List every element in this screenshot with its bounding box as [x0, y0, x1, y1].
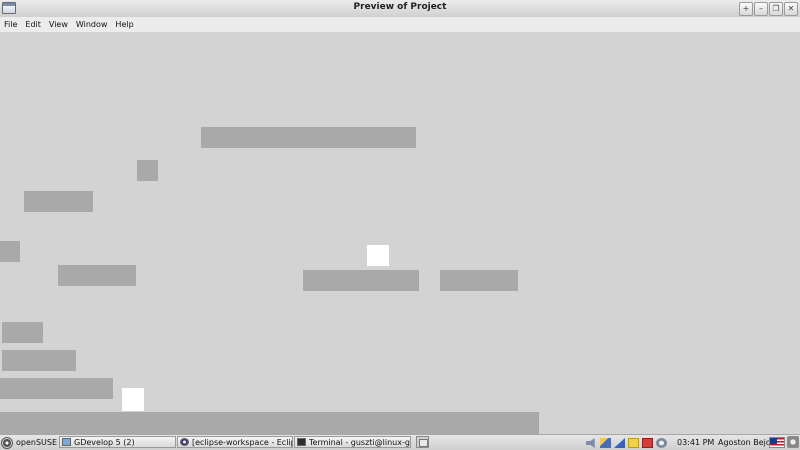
user-name[interactable]: Agoston Bejo	[718, 438, 771, 447]
task-label: GDevelop 5 (2)	[74, 437, 135, 447]
task-label: Terminal - guszti@linux-gb2	[309, 437, 411, 447]
platform	[58, 265, 136, 286]
platform	[201, 127, 416, 148]
ground-platform	[0, 412, 539, 434]
menu-window[interactable]: Window	[76, 20, 108, 29]
notification-icon[interactable]	[628, 438, 639, 448]
close-button[interactable]: ✕	[784, 2, 798, 16]
platform	[2, 322, 43, 343]
settings-icon[interactable]	[656, 438, 667, 448]
eclipse-icon	[180, 438, 189, 446]
title-bar[interactable]: Preview of Project + – ❐ ✕	[0, 0, 800, 18]
gdevelop-icon	[62, 438, 71, 446]
task-label: [eclipse-workspace - Eclips	[192, 437, 293, 447]
signal-icon[interactable]	[614, 438, 625, 448]
system-tray	[586, 437, 667, 449]
taskbar-item-terminal[interactable]: Terminal - guszti@linux-gb2	[294, 436, 411, 448]
menu-bar: File Edit View Window Help	[0, 17, 800, 32]
clock[interactable]: 03:41 PM	[677, 438, 714, 447]
platform	[303, 270, 419, 291]
player-object	[122, 388, 144, 411]
platform	[2, 350, 76, 371]
volume-icon[interactable]	[586, 438, 595, 448]
game-canvas[interactable]	[0, 32, 800, 434]
taskbar-item-gdevelop[interactable]: GDevelop 5 (2)	[59, 436, 176, 448]
preview-window: Preview of Project + – ❐ ✕ File Edit Vie…	[0, 0, 800, 434]
minimize-button[interactable]: –	[754, 2, 768, 16]
menu-file[interactable]: File	[4, 20, 17, 29]
logout-icon[interactable]	[787, 436, 799, 448]
platform	[24, 191, 93, 212]
platform-block	[137, 160, 158, 181]
window-controls: + – ❐ ✕	[739, 2, 798, 16]
platform	[0, 378, 113, 399]
opensuse-icon	[1, 436, 13, 449]
maximize-button[interactable]: ❐	[769, 2, 783, 16]
menu-help[interactable]: Help	[115, 20, 133, 29]
taskbar-item-eclipse[interactable]: [eclipse-workspace - Eclips	[177, 436, 293, 448]
menu-view[interactable]: View	[49, 20, 68, 29]
network-icon[interactable]	[600, 438, 611, 448]
start-menu-button[interactable]: openSUSE	[1, 436, 57, 449]
update-icon[interactable]	[642, 438, 653, 448]
platform	[0, 241, 20, 262]
window-title: Preview of Project	[353, 2, 447, 12]
platform	[440, 270, 518, 291]
start-label: openSUSE	[16, 438, 58, 447]
taskbar: openSUSE GDevelop 5 (2) [eclipse-workspa…	[0, 434, 800, 450]
player-object	[367, 245, 389, 266]
terminal-icon	[297, 438, 306, 446]
keyboard-layout-flag-icon[interactable]	[769, 437, 785, 448]
menu-edit[interactable]: Edit	[25, 20, 41, 29]
show-desktop-icon[interactable]	[416, 436, 429, 448]
keep-above-button[interactable]: +	[739, 2, 753, 16]
